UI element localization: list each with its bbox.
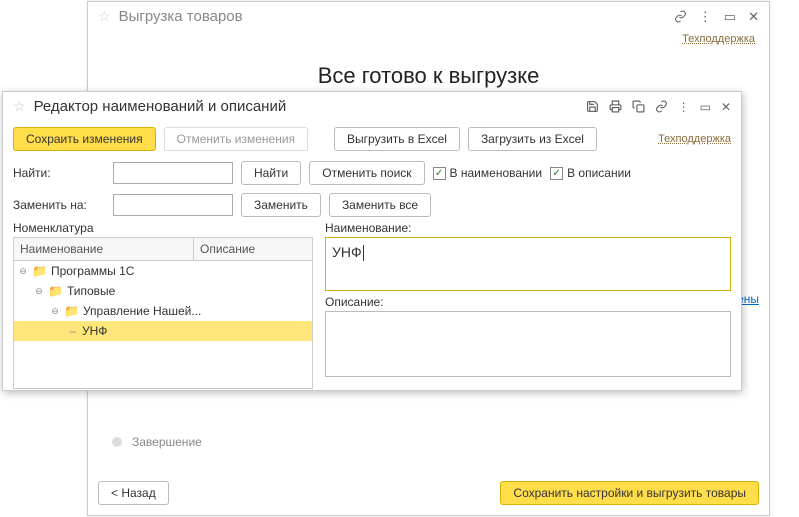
col-desc[interactable]: Описание: [194, 238, 312, 260]
replace-button[interactable]: Заменить: [241, 193, 321, 217]
editor-toolbar: Сохраить изменения Отменить изменения Вы…: [3, 121, 741, 157]
in-name-label: В наименовании: [450, 166, 543, 180]
in-desc-label: В описании: [567, 166, 631, 180]
import-excel-button[interactable]: Загрузить из Excel: [468, 127, 597, 151]
name-input[interactable]: УНФ: [325, 237, 731, 291]
save-changes-button[interactable]: Сохраить изменения: [13, 127, 156, 151]
find-row: Найти: Найти Отменить поиск ✓ В наименов…: [3, 157, 741, 189]
find-button[interactable]: Найти: [241, 161, 301, 185]
item-icon: –: [68, 324, 78, 338]
save-export-button[interactable]: Сохранить настройки и выгрузить товары: [500, 481, 759, 505]
replace-row: Заменить на: Заменить Заменить все: [3, 189, 741, 221]
close-icon[interactable]: ✕: [748, 9, 759, 25]
export-excel-button[interactable]: Выгрузить в Excel: [334, 127, 460, 151]
find-label: Найти:: [13, 166, 105, 180]
replace-all-button[interactable]: Заменить все: [329, 193, 431, 217]
replace-input[interactable]: [113, 194, 233, 216]
link-icon[interactable]: [674, 10, 687, 23]
in-name-checkbox[interactable]: ✓ В наименовании: [433, 166, 543, 180]
link-icon[interactable]: [655, 100, 668, 113]
support-link-back[interactable]: Техподдержка: [88, 33, 755, 45]
maximize-icon[interactable]: ▭: [700, 100, 711, 114]
tree-label: Управление Нашей...: [83, 304, 201, 318]
desc-input[interactable]: [325, 311, 731, 377]
cancel-changes-button[interactable]: Отменить изменения: [164, 127, 308, 151]
more-icon[interactable]: ⋮: [699, 9, 712, 25]
nomenclature-label: Номенклатура: [13, 221, 313, 235]
text-cursor: [363, 245, 364, 261]
print-icon[interactable]: [609, 100, 622, 113]
maximize-icon[interactable]: ▭: [724, 9, 736, 25]
cancel-find-button[interactable]: Отменить поиск: [309, 161, 424, 185]
replace-label: Заменить на:: [13, 198, 105, 212]
ready-heading: Все готово к выгрузке: [88, 63, 769, 89]
support-link-front[interactable]: Техподдержка: [658, 133, 731, 145]
favorite-icon[interactable]: ☆: [13, 98, 26, 115]
name-field-label: Наименование:: [325, 221, 731, 235]
close-icon[interactable]: ✕: [721, 100, 731, 114]
step-done-label: Завершение: [132, 435, 202, 449]
step-circle-icon: [112, 437, 122, 447]
collapse-icon[interactable]: ⊖: [50, 306, 60, 317]
back-window-title: Выгрузка товаров: [119, 8, 674, 25]
copy-icon[interactable]: [632, 100, 645, 113]
check-icon: ✓: [433, 167, 446, 180]
back-titlebar: ☆ Выгрузка товаров ⋮ ▭ ✕: [88, 2, 769, 31]
editor-window: ☆ Редактор наименований и описаний ⋮ ▭ ✕…: [2, 91, 742, 391]
split-area: Номенклатура Наименование Описание ⊖ 📁 П…: [3, 221, 741, 397]
folder-icon: 📁: [32, 264, 47, 278]
collapse-icon[interactable]: ⊖: [18, 266, 28, 277]
check-icon: ✓: [550, 167, 563, 180]
col-name[interactable]: Наименование: [14, 238, 194, 260]
tree-row-leaf[interactable]: – УНФ: [14, 321, 312, 341]
step-done: Завершение: [112, 435, 202, 449]
favorite-icon[interactable]: ☆: [98, 8, 111, 25]
back-bottom-bar: < Назад Сохранить настройки и выгрузить …: [98, 481, 759, 505]
tree-header: Наименование Описание: [13, 237, 313, 261]
name-value: УНФ: [332, 244, 362, 260]
tree-row-root[interactable]: ⊖ 📁 Программы 1C: [14, 261, 312, 281]
more-icon[interactable]: ⋮: [678, 100, 690, 114]
editor-titlebar: ☆ Редактор наименований и описаний ⋮ ▭ ✕: [3, 92, 741, 121]
save-disk-icon[interactable]: [586, 100, 599, 113]
folder-icon: 📁: [64, 304, 79, 318]
tree-body: ⊖ 📁 Программы 1C ⊖ 📁 Типовые ⊖ 📁 Управле…: [13, 261, 313, 389]
back-button[interactable]: < Назад: [98, 481, 169, 505]
tree-row-level2[interactable]: ⊖ 📁 Управление Нашей...: [14, 301, 312, 321]
edit-panel: Наименование: УНФ Описание:: [325, 221, 731, 389]
nomenclature-panel: Номенклатура Наименование Описание ⊖ 📁 П…: [13, 221, 313, 389]
tree-label: УНФ: [82, 324, 107, 338]
folder-icon: 📁: [48, 284, 63, 298]
tree-row-level1[interactable]: ⊖ 📁 Типовые: [14, 281, 312, 301]
find-input[interactable]: [113, 162, 233, 184]
in-desc-checkbox[interactable]: ✓ В описании: [550, 166, 631, 180]
desc-field-label: Описание:: [325, 295, 731, 309]
editor-title: Редактор наименований и описаний: [34, 98, 586, 115]
tree-label: Типовые: [67, 284, 115, 298]
collapse-icon[interactable]: ⊖: [34, 286, 44, 297]
tree-label: Программы 1C: [51, 264, 135, 278]
